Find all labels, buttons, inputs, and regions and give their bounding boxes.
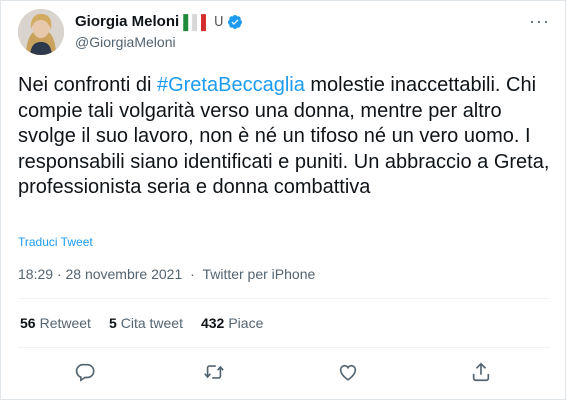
hashtag-link[interactable]: #GretaBeccaglia — [157, 74, 305, 96]
quotes-stat[interactable]: 5 Cita tweet — [109, 315, 183, 331]
tweet-source[interactable]: Twitter per iPhone — [202, 266, 315, 282]
tweet-text: Nei confronti di #GretaBeccaglia molesti… — [18, 73, 553, 201]
author-name[interactable]: Giorgia Meloni — [75, 13, 179, 30]
timestamp[interactable]: 18:29 · 28 novembre 2021 — [18, 266, 182, 282]
author-handle[interactable]: @GiorgiaMeloni — [75, 34, 176, 50]
divider-top — [18, 298, 550, 299]
share-icon[interactable] — [470, 361, 492, 383]
italian-flag-icon: ▌▌▌ — [183, 13, 211, 30]
tweet-card: Giorgia Meloni ▌▌▌ Ս @GiorgiaMeloni ··· … — [0, 0, 566, 400]
verified-badge-icon — [228, 14, 243, 29]
meta-separator: · — [190, 266, 195, 282]
more-options-icon[interactable]: ··· — [529, 11, 550, 32]
retweet-icon[interactable] — [203, 361, 225, 383]
tweet-text-before: Nei confronti di — [18, 74, 157, 96]
translate-tweet-link[interactable]: Traduci Tweet — [18, 235, 93, 249]
divider-bottom — [18, 347, 550, 348]
likes-count: 432 — [200, 315, 225, 331]
retweets-stat[interactable]: 56 Retweet — [20, 315, 91, 331]
retweets-label: Retweet — [39, 315, 91, 331]
tweet-stats: 56 Retweet 5 Cita tweet 432 Piace — [20, 315, 263, 331]
profile-photo-icon — [18, 9, 64, 55]
author-name-row: Giorgia Meloni ▌▌▌ Ս — [75, 13, 243, 30]
action-bar — [1, 361, 566, 383]
quotes-count: 5 — [108, 315, 117, 331]
likes-label: Piace — [228, 315, 264, 331]
retweets-count: 56 — [20, 315, 36, 331]
horseshoe-icon: Ս — [213, 13, 224, 29]
reply-icon[interactable] — [74, 361, 96, 383]
quotes-label: Cita tweet — [120, 315, 183, 331]
avatar[interactable] — [18, 9, 64, 55]
likes-stat[interactable]: 432 Piace — [201, 315, 263, 331]
tweet-meta: 18:29 · 28 novembre 2021 · Twitter per i… — [18, 266, 315, 282]
like-icon[interactable] — [337, 361, 359, 383]
